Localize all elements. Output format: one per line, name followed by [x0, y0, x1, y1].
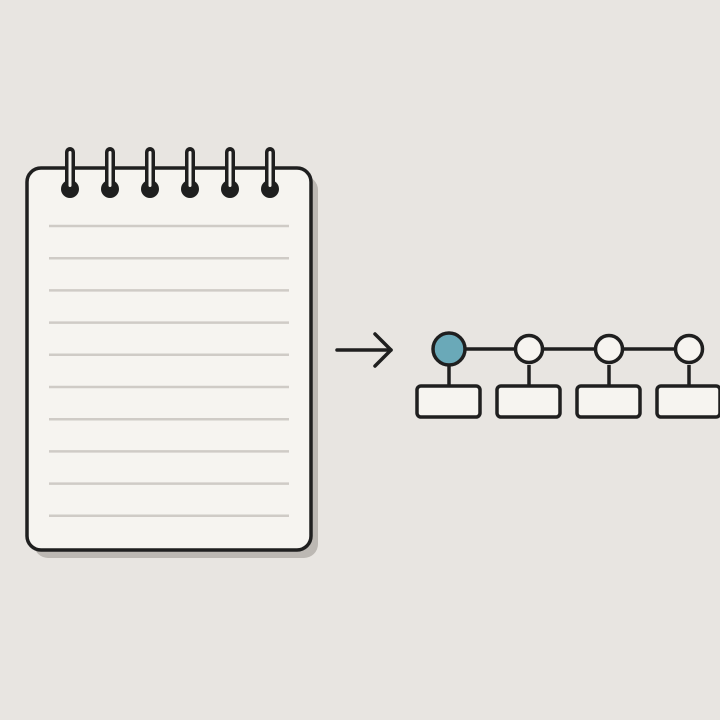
timeline-node-active	[431, 331, 467, 367]
timeline-node-circle	[513, 333, 545, 365]
timeline-node	[415, 331, 482, 419]
timeline-event-card	[495, 384, 562, 419]
timeline-icon	[415, 331, 720, 419]
notes-to-timeline-diagram	[25, 147, 720, 558]
ring-wire-inner	[108, 151, 112, 187]
timeline-event-card	[575, 384, 642, 419]
timeline-node-circle	[593, 333, 625, 365]
diagram-canvas	[0, 0, 720, 720]
ring-wire-inner	[68, 151, 72, 187]
timeline-nodes	[415, 331, 720, 419]
ring-wire-inner	[148, 151, 152, 187]
timeline-event-card	[655, 384, 720, 419]
timeline-node-circle	[673, 333, 705, 365]
ring-wire-inner	[188, 151, 192, 187]
ring-wire-inner	[228, 151, 232, 187]
timeline-event-card	[415, 384, 482, 419]
ring-wire-inner	[268, 151, 272, 187]
spiral-notepad-icon	[25, 147, 318, 558]
right-arrow-icon	[335, 332, 393, 368]
